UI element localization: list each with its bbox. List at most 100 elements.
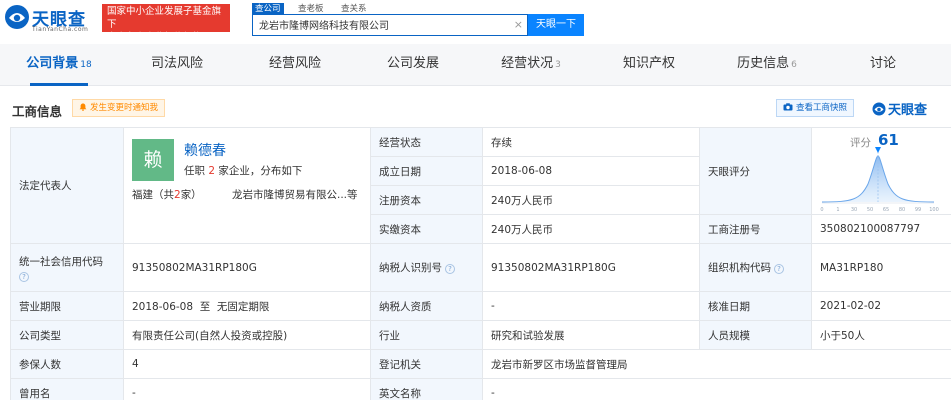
promo-line-2: 官方备案企业征信机构 — [107, 32, 203, 43]
score-axis-tick: 100 — [929, 207, 939, 213]
notify-change-button[interactable]: 发生变更时通知我 — [72, 99, 166, 117]
legal-rep-cell: 赖 赖德春 任职 2 家企业，分布如下 福建（共2家） 龙岩市隆博贸易有限公..… — [123, 127, 371, 244]
score-distribution-chart: 0 1 30 50 65 80 99 100 — [820, 147, 939, 213]
term-label: 营业期限 — [10, 291, 124, 321]
founded-label: 成立日期 — [370, 156, 483, 186]
tax-id-value: 91350802MA31RP180G — [482, 243, 700, 292]
tax-id-label: 纳税人识别号? — [370, 243, 483, 292]
tab-business-risk[interactable]: 经营风险 — [236, 44, 354, 86]
former-name-value: - — [123, 378, 371, 400]
tianyancha-watermark: 天眼查 — [872, 99, 927, 118]
tax-qualification-label: 纳税人资质 — [370, 291, 483, 321]
region-post: 家） — [180, 188, 202, 201]
org-code-label-text: 组织机构代码 — [708, 262, 771, 274]
tax-qualification-value: - — [482, 291, 700, 321]
company-type-value: 有限责任公司(自然人投资或控股) — [123, 320, 371, 350]
tianyancha-logo[interactable]: 天眼查 TianYanCha.com — [4, 4, 96, 36]
tab-company-background[interactable]: 公司背景 18 — [0, 44, 118, 86]
tab-label: 公司发展 — [386, 56, 439, 71]
search-type-tabs: 查公司 查老板 查关系 — [252, 1, 378, 15]
tab-label: 经营状况 — [501, 56, 554, 71]
tab-operating-status[interactable]: 经营状况 3 — [472, 44, 590, 86]
help-icon[interactable]: ? — [19, 271, 29, 282]
tab-label: 公司背景 — [26, 56, 79, 71]
business-info-table: 法定代表人 赖 赖德春 任职 2 家企业，分布如下 福建（共2家） 龙岩市隆博贸… — [10, 127, 951, 400]
region-count: 2 — [174, 188, 181, 201]
industry-value: 研究和试验发展 — [482, 320, 700, 350]
former-name-label: 曾用名 — [10, 378, 124, 400]
main-tabs: 公司背景 18 司法风险 经营风险 公司发展 经营状况 3 知识产权 历史信息 6 讨… — [0, 44, 951, 86]
score-axis-tick: 80 — [899, 207, 905, 213]
legal-rep-roles: 任职 2 家企业，分布如下 — [184, 163, 302, 178]
help-icon[interactable]: ? — [445, 264, 455, 274]
reg-capital-label: 注册资本 — [370, 185, 483, 215]
credit-code-value: 91350802MA31RP180G — [123, 243, 371, 292]
term-value: 2018-06-08 至 无固定期限 — [123, 291, 371, 321]
legal-rep-name[interactable]: 赖德春 — [184, 140, 226, 160]
approval-date-label: 核准日期 — [699, 291, 812, 321]
roles-post: 家企业，分布如下 — [215, 164, 303, 177]
legal-rep-region: 福建（共2家） — [132, 187, 202, 202]
score-label: 天眼评分 — [699, 127, 812, 215]
paid-capital-label: 实缴资本 — [370, 214, 483, 244]
legal-rep-company-link[interactable]: 龙岩市隆博贸易有限公...等 — [232, 187, 358, 202]
tab-intellectual-property[interactable]: 知识产权 — [590, 44, 708, 86]
region-pre: 福建（共 — [132, 188, 174, 201]
score-axis-tick: 1 — [836, 207, 839, 213]
promo-badge[interactable]: 国家中小企业发展子基金旗下 官方备案企业征信机构 — [102, 4, 230, 43]
score-cell[interactable]: 评分 61 0 1 30 50 65 80 99 100 — [811, 127, 951, 215]
english-name-label: 英文名称 — [370, 378, 483, 400]
tab-label: 司法风险 — [150, 56, 203, 71]
score-marker-icon — [875, 147, 881, 153]
logo-eye-icon — [5, 5, 29, 29]
search-input[interactable] — [259, 19, 509, 30]
english-name-value: - — [482, 378, 951, 400]
logo-subtext: TianYanCha.com — [32, 26, 89, 33]
section-title: 工商信息 — [12, 104, 63, 119]
clear-icon[interactable]: × — [514, 18, 523, 31]
roles-pre: 任职 — [184, 164, 209, 177]
view-snapshot-button[interactable]: 查看工商快照 — [776, 99, 855, 117]
tab-label: 讨论 — [869, 56, 896, 71]
score-axis-tick: 50 — [867, 207, 873, 213]
help-icon[interactable]: ? — [774, 264, 784, 274]
tab-label: 知识产权 — [622, 56, 675, 71]
tab-history[interactable]: 历史信息 6 — [708, 44, 826, 86]
notify-label: 发生变更时通知我 — [90, 103, 159, 113]
tab-label: 历史信息 — [737, 56, 790, 71]
status-label: 经营状态 — [370, 127, 483, 157]
avatar[interactable]: 赖 — [132, 138, 174, 181]
tab-count: 3 — [555, 60, 561, 70]
org-code-value: MA31RP180 — [811, 243, 951, 292]
authority-value: 龙岩市新罗区市场监督管理局 — [482, 349, 951, 379]
staff-size-label: 人员规模 — [699, 320, 812, 350]
founded-value: 2018-06-08 — [482, 156, 700, 186]
company-type-label: 公司类型 — [10, 320, 124, 350]
reg-capital-value: 240万人民币 — [482, 185, 700, 215]
score-widget: 评分 61 0 1 30 50 65 80 99 100 — [812, 128, 942, 215]
org-code-label: 组织机构代码? — [699, 243, 812, 292]
staff-size-value: 小于50人 — [811, 320, 951, 350]
promo-line-1: 国家中小企业发展子基金旗下 — [107, 6, 222, 30]
search-box: × — [252, 14, 528, 36]
bell-icon — [79, 103, 87, 111]
reg-no-label: 工商注册号 — [699, 214, 812, 244]
industry-label: 行业 — [370, 320, 483, 350]
tab-judicial-risk[interactable]: 司法风险 — [118, 44, 236, 86]
credit-code-label-text: 统一社会信用代码 — [19, 255, 103, 268]
authority-label: 登记机关 — [370, 349, 483, 379]
tab-count: 6 — [791, 60, 797, 70]
score-axis-tick: 30 — [851, 207, 857, 213]
score-axis-tick: 65 — [883, 207, 889, 213]
tab-label: 经营风险 — [268, 56, 321, 71]
insured-label: 参保人数 — [10, 349, 124, 379]
insured-value: 4 — [123, 349, 371, 379]
reg-no-value: 350802100087797 — [811, 214, 951, 244]
watermark-eye-icon — [872, 102, 886, 116]
approval-date-value: 2021-02-02 — [811, 291, 951, 321]
watermark-text: 天眼查 — [888, 103, 928, 118]
search-button[interactable]: 天眼一下 — [528, 14, 584, 36]
tab-discussion[interactable]: 讨论 — [826, 44, 940, 86]
legal-rep-label: 法定代表人 — [10, 127, 124, 244]
tab-company-development[interactable]: 公司发展 — [354, 44, 472, 86]
